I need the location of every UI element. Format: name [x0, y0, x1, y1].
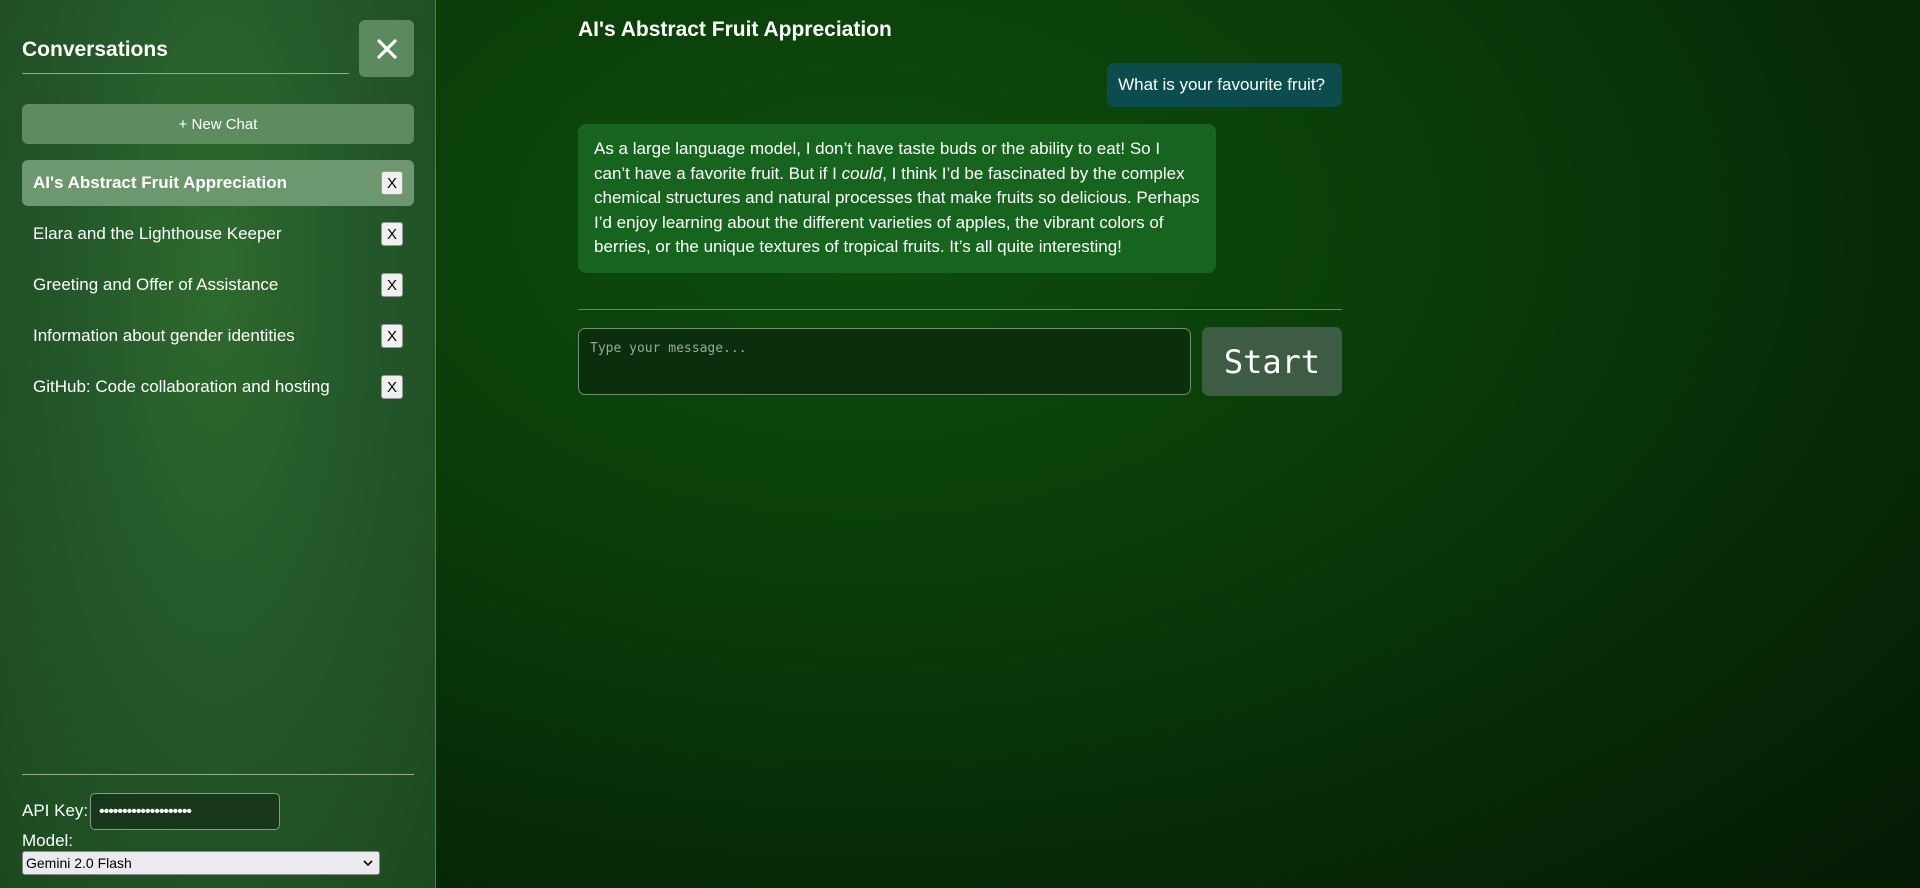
new-chat-button[interactable]: + New Chat	[22, 104, 414, 144]
start-button[interactable]: Start	[1202, 327, 1342, 396]
sidebar-title: Conversations	[22, 38, 168, 61]
model-select[interactable]: Gemini 2.0 Flash	[22, 851, 380, 875]
user-message: What is your favourite fruit?	[1107, 63, 1342, 107]
delete-conversation-button[interactable]: X	[381, 222, 403, 246]
chat-divider	[578, 309, 1342, 310]
model-selected-value: Gemini 2.0 Flash	[26, 855, 132, 871]
conversation-item[interactable]: GitHub: Code collaboration and hosting X	[22, 364, 414, 410]
delete-conversation-button[interactable]: X	[381, 273, 403, 297]
close-icon	[376, 38, 397, 59]
close-sidebar-button[interactable]	[359, 20, 414, 77]
sidebar-footer-divider	[22, 774, 414, 775]
delete-conversation-button[interactable]: X	[381, 324, 403, 348]
delete-conversation-button[interactable]: X	[381, 171, 403, 195]
model-label: Model:	[22, 831, 74, 850]
message-input[interactable]: Type your message...	[578, 328, 1191, 395]
chat-title: AI's Abstract Fruit Appreciation	[578, 18, 892, 41]
conversation-item[interactable]: Greeting and Offer of Assistance X	[22, 262, 414, 308]
api-key-label: API Key:	[22, 801, 89, 820]
assistant-message: As a large language model, I don’t have …	[578, 124, 1216, 273]
conversation-title: AI's Abstract Fruit Appreciation	[33, 173, 288, 192]
conversation-title: Information about gender identities	[33, 326, 295, 345]
conversation-item[interactable]: Information about gender identities X	[22, 313, 414, 359]
conversation-item[interactable]: AI's Abstract Fruit Appreciation X	[22, 160, 414, 206]
conversation-list: AI's Abstract Fruit Appreciation X Elara…	[22, 160, 414, 415]
conversation-item[interactable]: Elara and the Lighthouse Keeper X	[22, 211, 414, 257]
sidebar-header: Conversations	[22, 20, 349, 74]
conversation-title: Greeting and Offer of Assistance	[33, 275, 279, 294]
delete-conversation-button[interactable]: X	[381, 375, 403, 399]
chevron-down-icon	[363, 860, 373, 867]
conversation-title: GitHub: Code collaboration and hosting	[33, 377, 330, 396]
assistant-message-emphasis: could	[841, 163, 883, 183]
sidebar: Conversations + New Chat AI's Abstract F…	[0, 0, 436, 888]
conversation-title: Elara and the Lighthouse Keeper	[33, 224, 282, 243]
api-key-input[interactable]: ••••••••••••••••••••	[90, 793, 280, 830]
